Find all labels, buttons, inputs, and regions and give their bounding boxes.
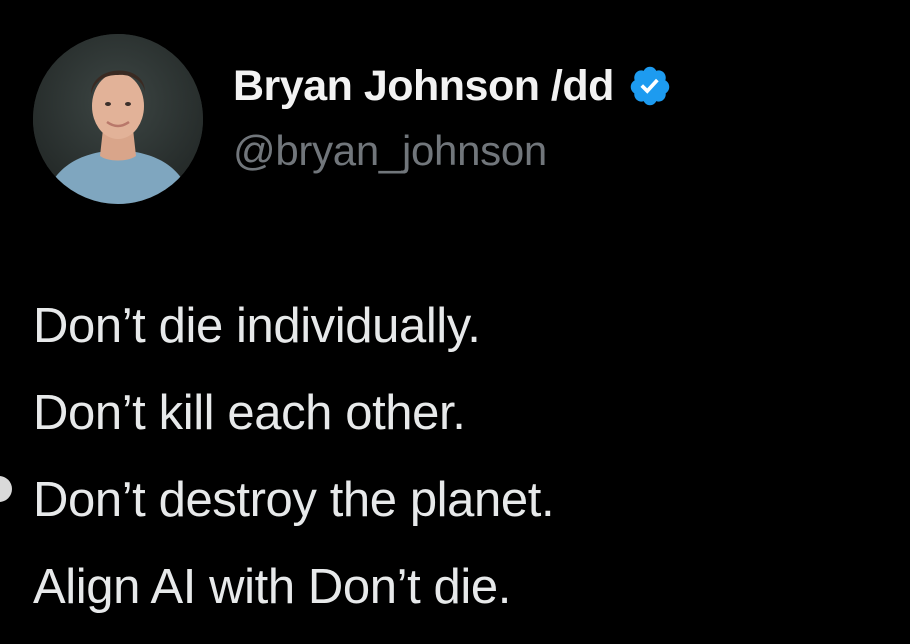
tweet-text: Don’t die individually. Don’t kill each … xyxy=(33,283,893,631)
avatar[interactable] xyxy=(33,34,203,204)
profile-photo xyxy=(33,34,203,204)
author-name-row: Bryan Johnson /dd xyxy=(233,58,672,114)
tweet-line: Don’t die individually. xyxy=(33,299,481,353)
tweet-line: Don’t destroy the planet. xyxy=(33,473,555,527)
tweet-line: Don’t kill each other. xyxy=(33,386,466,440)
tweet-card: Bryan Johnson /dd @bryan_johnson Don’t d… xyxy=(0,0,910,644)
tweet-line: Align AI with Don’t die. xyxy=(33,560,511,614)
author-display-name[interactable]: Bryan Johnson /dd xyxy=(233,62,614,111)
edge-handle xyxy=(0,476,12,502)
author-handle[interactable]: @bryan_johnson xyxy=(233,127,547,175)
verified-badge-icon xyxy=(628,64,672,108)
